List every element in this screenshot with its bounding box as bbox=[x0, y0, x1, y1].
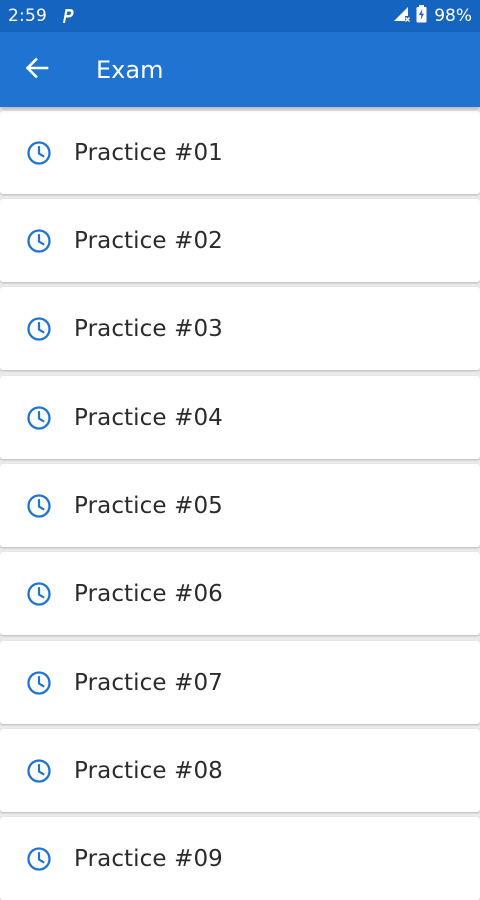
battery-charging-icon bbox=[416, 5, 427, 27]
arrow-left-icon bbox=[25, 55, 50, 85]
parking-p-icon bbox=[61, 7, 77, 25]
clock-icon bbox=[26, 581, 52, 607]
list-item-label: Practice #06 bbox=[74, 580, 223, 607]
list-item-practice-01[interactable]: Practice #01 bbox=[0, 111, 480, 194]
list-item-practice-04[interactable]: Practice #04 bbox=[0, 376, 480, 459]
list-item-practice-08[interactable]: Practice #08 bbox=[0, 729, 480, 812]
list-item-practice-05[interactable]: Practice #05 bbox=[0, 464, 480, 547]
back-button[interactable] bbox=[0, 32, 76, 107]
clock-icon bbox=[26, 758, 52, 784]
list-item-practice-06[interactable]: Practice #06 bbox=[0, 552, 480, 635]
list-item-label: Practice #07 bbox=[74, 669, 223, 696]
clock-icon bbox=[26, 670, 52, 696]
battery-percent: 98% bbox=[434, 6, 472, 26]
list-item-practice-07[interactable]: Practice #07 bbox=[0, 641, 480, 724]
signal-icon bbox=[393, 6, 411, 26]
list-item-label: Practice #05 bbox=[74, 492, 223, 519]
list-item-practice-02[interactable]: Practice #02 bbox=[0, 199, 480, 282]
list-item-label: Practice #01 bbox=[74, 139, 223, 166]
clock-icon bbox=[26, 228, 52, 254]
list-item-practice-03[interactable]: Practice #03 bbox=[0, 287, 480, 370]
clock-icon bbox=[26, 316, 52, 342]
clock-icon bbox=[26, 493, 52, 519]
clock-icon bbox=[26, 140, 52, 166]
list-item-label: Practice #02 bbox=[74, 227, 223, 254]
clock-icon bbox=[26, 405, 52, 431]
list-item-label: Practice #09 bbox=[74, 845, 223, 872]
clock-icon bbox=[26, 846, 52, 872]
list-item-label: Practice #03 bbox=[74, 315, 223, 342]
status-time: 2:59 bbox=[8, 6, 47, 26]
list-item-label: Practice #04 bbox=[74, 404, 223, 431]
list-item-practice-09[interactable]: Practice #09 bbox=[0, 817, 480, 900]
status-bar: 2:59 98% bbox=[0, 0, 480, 32]
app-bar: Exam bbox=[0, 32, 480, 107]
list-item-label: Practice #08 bbox=[74, 757, 223, 784]
page-title: Exam bbox=[96, 55, 164, 84]
status-icons: 98% bbox=[393, 5, 472, 27]
